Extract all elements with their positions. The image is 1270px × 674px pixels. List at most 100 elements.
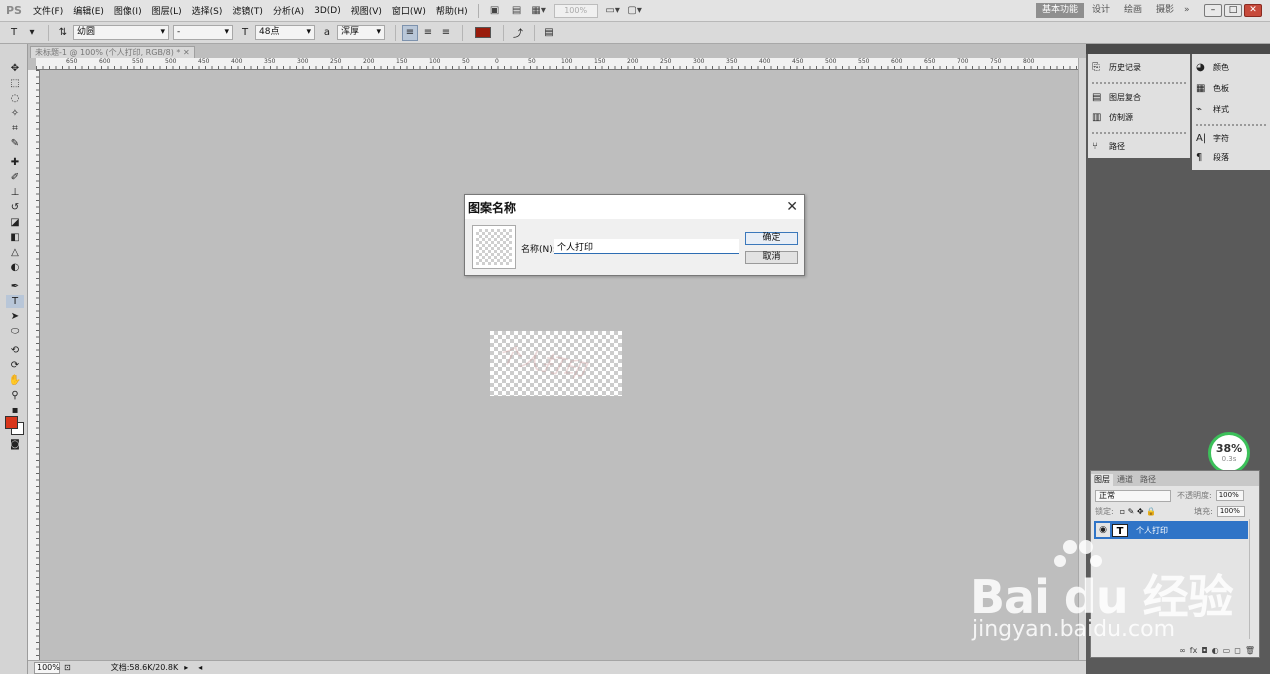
- adjustment-layer-icon[interactable]: ◐: [1212, 646, 1219, 655]
- font-style-select[interactable]: - ▾: [173, 25, 233, 40]
- screen-mode-icon[interactable]: ▢▾: [627, 5, 643, 17]
- cancel-button[interactable]: 取消: [745, 251, 798, 264]
- status-arrow-icon[interactable]: ▸: [184, 663, 188, 672]
- history-brush-tool-icon[interactable]: ↺: [6, 201, 24, 214]
- quick-select-tool-icon[interactable]: ✧: [6, 107, 24, 120]
- workspace-essentials[interactable]: 基本功能: [1036, 3, 1085, 18]
- hand-tool-icon[interactable]: ✋: [6, 374, 24, 387]
- menu-layer[interactable]: 图层(L): [147, 4, 187, 17]
- fill-field[interactable]: 100%: [1216, 506, 1245, 517]
- menu-edit[interactable]: 编辑(E): [68, 4, 109, 17]
- workspace-design[interactable]: 设计: [1086, 3, 1116, 18]
- 3d-orbit-tool-icon[interactable]: ⟳: [6, 359, 24, 372]
- workspace-photography[interactable]: 摄影: [1150, 3, 1180, 18]
- document-canvas[interactable]: 个人打印: [490, 331, 622, 396]
- type-tool-icon[interactable]: T: [6, 295, 24, 308]
- move-tool-icon[interactable]: ✥: [6, 62, 24, 75]
- layer-style-icon[interactable]: fx: [1190, 646, 1198, 655]
- brush-tool-icon[interactable]: ✐: [6, 171, 24, 184]
- warp-text-icon[interactable]: ⤴: [510, 25, 526, 41]
- new-layer-icon[interactable]: ◻: [1234, 646, 1241, 655]
- lasso-tool-icon[interactable]: ◌: [6, 92, 24, 105]
- lock-icons[interactable]: ▫ ✎ ✥ 🔒: [1120, 507, 1156, 516]
- eyedropper-tool-icon[interactable]: ✎: [6, 137, 24, 150]
- tab-channels[interactable]: 通道: [1114, 474, 1136, 486]
- panel-paths[interactable]: ⑂ 路径: [1092, 141, 1125, 152]
- scroll-left-icon[interactable]: ◂: [198, 663, 202, 672]
- minibridge-icon[interactable]: ▤: [509, 5, 525, 17]
- eye-icon[interactable]: ◉: [1096, 523, 1110, 537]
- close-button[interactable]: ✕: [1244, 4, 1262, 17]
- panel-clone-source[interactable]: ▥ 仿制源: [1092, 112, 1133, 123]
- tab-layers[interactable]: 图层: [1091, 474, 1113, 486]
- panel-styles[interactable]: ⌁ 样式: [1196, 104, 1229, 115]
- eraser-tool-icon[interactable]: ◪: [6, 216, 24, 229]
- menu-analysis[interactable]: 分析(A): [268, 4, 309, 17]
- ok-button[interactable]: 确定: [745, 232, 798, 245]
- link-layers-icon[interactable]: ∞: [1179, 646, 1186, 655]
- opacity-field[interactable]: 100%: [1215, 490, 1244, 501]
- blend-mode-select[interactable]: 正常: [1095, 489, 1171, 502]
- zoom-tool-icon[interactable]: ⚲: [6, 389, 24, 402]
- text-color-swatch[interactable]: [475, 27, 491, 38]
- status-zoom-field[interactable]: 100%: [34, 661, 60, 674]
- menu-image[interactable]: 图像(I): [109, 4, 147, 17]
- clone-stamp-tool-icon[interactable]: ⊥: [6, 186, 24, 199]
- layer-mask-icon[interactable]: ◘: [1201, 646, 1207, 655]
- 3d-rotate-tool-icon[interactable]: ⟲: [6, 344, 24, 357]
- minimize-button[interactable]: –: [1204, 4, 1222, 17]
- panel-swatches[interactable]: ▦ 色板: [1196, 83, 1229, 94]
- layer-name[interactable]: 个人打印: [1136, 525, 1168, 536]
- panel-color[interactable]: ◕ 颜色: [1196, 62, 1229, 73]
- font-family-select[interactable]: 幼圆 ▾: [73, 25, 169, 40]
- preset-dropdown-arrow-icon[interactable]: ▾: [24, 25, 40, 41]
- new-group-icon[interactable]: ▭: [1223, 646, 1231, 655]
- text-orientation-icon[interactable]: ⇅: [55, 25, 71, 41]
- layers-scrollbar[interactable]: [1249, 519, 1257, 639]
- panel-paragraph[interactable]: ¶ 段落: [1196, 152, 1229, 163]
- workspace-painting[interactable]: 绘画: [1118, 3, 1148, 18]
- shape-tool-icon[interactable]: ⬭: [6, 325, 24, 338]
- quick-mask-icon[interactable]: ◙: [6, 438, 24, 451]
- menu-file[interactable]: 文件(F): [28, 4, 68, 17]
- foreground-color-swatch[interactable]: [5, 416, 18, 429]
- menu-select[interactable]: 选择(S): [187, 4, 228, 17]
- panel-history[interactable]: ⎘ 历史记录: [1092, 62, 1141, 73]
- tab-paths[interactable]: 路径: [1137, 474, 1159, 486]
- path-select-tool-icon[interactable]: ➤: [6, 310, 24, 323]
- status-menu-icon[interactable]: ⊡: [64, 663, 71, 672]
- pen-tool-icon[interactable]: ✒: [6, 280, 24, 293]
- extras-icon[interactable]: ▦▾: [531, 5, 547, 17]
- panel-character[interactable]: A| 字符: [1196, 133, 1229, 144]
- blur-tool-icon[interactable]: △: [6, 246, 24, 259]
- marquee-tool-icon[interactable]: ⬚: [6, 77, 24, 90]
- font-size-select[interactable]: 48点 ▾: [255, 25, 315, 40]
- zoom-level-dropdown[interactable]: 100%: [553, 3, 598, 18]
- pattern-name-input[interactable]: [554, 239, 739, 254]
- maximize-button[interactable]: □: [1224, 4, 1242, 17]
- crop-tool-icon[interactable]: ⌗: [6, 122, 24, 135]
- vertical-scrollbar[interactable]: [1078, 58, 1086, 660]
- layer-row[interactable]: ◉ T 个人打印: [1094, 521, 1248, 539]
- menu-view[interactable]: 视图(V): [346, 4, 387, 17]
- dodge-tool-icon[interactable]: ◐: [6, 261, 24, 274]
- antialias-select[interactable]: 浑厚 ▾: [337, 25, 385, 40]
- document-tab[interactable]: 未标题-1 @ 100% (个人打印, RGB/8) * ✕: [30, 46, 195, 58]
- menu-3d[interactable]: 3D(D): [309, 6, 346, 16]
- close-icon[interactable]: ✕: [183, 48, 190, 57]
- arrange-documents-icon[interactable]: ▭▾: [605, 5, 621, 17]
- close-icon[interactable]: ✕: [786, 199, 798, 215]
- align-left-icon[interactable]: ≡: [402, 24, 418, 41]
- gradient-tool-icon[interactable]: ◧: [6, 231, 24, 244]
- panel-layer-comps[interactable]: ▤ 图层复合: [1092, 92, 1141, 103]
- delete-layer-icon[interactable]: 🗑: [1245, 646, 1255, 655]
- type-tool-preset-icon[interactable]: T: [6, 25, 22, 41]
- align-right-icon[interactable]: ≡: [438, 25, 454, 41]
- workspace-more[interactable]: »: [1178, 3, 1196, 18]
- menu-window[interactable]: 窗口(W): [387, 4, 431, 17]
- menu-help[interactable]: 帮助(H): [431, 4, 473, 17]
- healing-brush-tool-icon[interactable]: ✚: [6, 156, 24, 169]
- bridge-icon[interactable]: ▣: [487, 5, 503, 17]
- menu-filter[interactable]: 滤镜(T): [227, 4, 268, 17]
- character-panel-toggle-icon[interactable]: ▤: [541, 25, 557, 41]
